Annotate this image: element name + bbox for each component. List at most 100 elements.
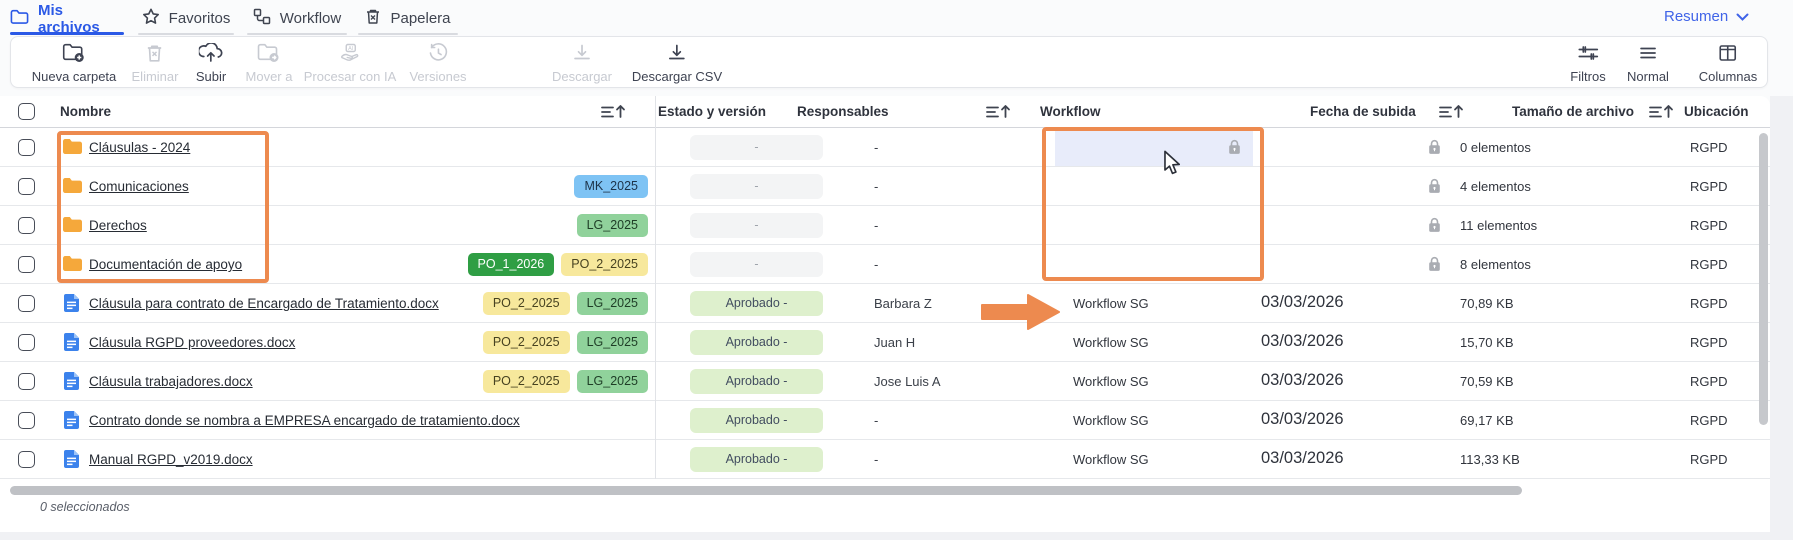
filters-button[interactable]: Filtros (1570, 43, 1605, 84)
column-header-nombre: Nombre (60, 104, 111, 119)
row-checkbox[interactable] (18, 412, 35, 429)
view-mode-button[interactable]: Normal (1627, 43, 1669, 84)
sort-icon-tamano[interactable] (1648, 103, 1674, 125)
folder-icon (62, 255, 84, 275)
file-icon (64, 333, 86, 353)
status-pill[interactable]: Aprobado - (690, 408, 823, 433)
download-button[interactable]: Descargar (552, 43, 612, 84)
table-row[interactable]: Documentación de apoyo PO_1_2026PO_2_202… (0, 245, 1770, 284)
status-pill[interactable]: - (690, 135, 823, 160)
status-pill[interactable]: - (690, 252, 823, 277)
date-cell: 03/03/2026 (1261, 449, 1344, 468)
move-to-button[interactable]: Mover a (246, 43, 293, 84)
table-row[interactable]: Cláusula RGPD proveedores.docx PO_2_2025… (0, 323, 1770, 362)
new-folder-button[interactable]: Nueva carpeta (32, 43, 117, 84)
row-checkbox[interactable] (18, 256, 35, 273)
row-checkbox[interactable] (18, 373, 35, 390)
tab-underline (10, 32, 124, 35)
date-lock-icon (1428, 178, 1441, 199)
size-cell: 11 elementos (1460, 218, 1537, 233)
location-cell: RGPD (1690, 257, 1728, 272)
toolbar-label: Filtros (1570, 69, 1605, 84)
tags: PO_1_2026PO_2_2025 (300, 253, 648, 276)
vertical-scrollbar-thumb[interactable] (1759, 133, 1768, 425)
row-checkbox[interactable] (18, 334, 35, 351)
workflow-hover-cell[interactable] (1055, 128, 1253, 166)
item-name-link[interactable]: Cláusula RGPD proveedores.docx (89, 335, 295, 350)
size-cell: 70,89 KB (1460, 296, 1514, 311)
workflow-cell: Workflow SG (1073, 296, 1149, 311)
tag-chip: LG_2025 (577, 292, 648, 315)
responsible-cell: Barbara Z (874, 296, 932, 311)
tab-workflow[interactable]: Workflow (247, 4, 347, 33)
svg-text:AI: AI (348, 46, 354, 52)
file-icon (64, 450, 86, 470)
tag-chip: LG_2025 (577, 331, 648, 354)
process-ai-button[interactable]: AI Procesar con IA (304, 43, 397, 84)
new-folder-icon (62, 43, 86, 66)
status-pill[interactable]: Aprobado - (690, 369, 823, 394)
size-cell: 8 elementos (1460, 257, 1531, 272)
row-checkbox[interactable] (18, 178, 35, 195)
tab-favoritos[interactable]: Favoritos (138, 4, 234, 33)
item-name-link[interactable]: Documentación de apoyo (89, 257, 242, 272)
item-name-link[interactable]: Comunicaciones (89, 179, 189, 194)
tab-papelera[interactable]: Papelera (358, 4, 458, 33)
tag-chip: PO_1_2026 (468, 253, 555, 276)
table-row[interactable]: Manual RGPD_v2019.docx Aprobado - - Work… (0, 440, 1770, 479)
table-row[interactable]: Contrato donde se nombra a EMPRESA encar… (0, 401, 1770, 440)
tag-chip: MK_2025 (574, 175, 648, 198)
ai-hand-icon: AI (338, 43, 362, 66)
sort-icon-responsables[interactable] (985, 103, 1011, 125)
row-checkbox[interactable] (18, 451, 35, 468)
workflow-icon (253, 8, 271, 29)
chevron-down-icon (1736, 8, 1749, 25)
trash-icon (365, 8, 381, 29)
table-row[interactable]: Cláusulas - 2024 - - 0 elementos RGPD (0, 128, 1770, 167)
responsible-cell: - (874, 140, 878, 155)
table-row[interactable]: Derechos LG_2025 - - 11 elementos RGPD (0, 206, 1770, 245)
status-pill[interactable]: Aprobado - (690, 291, 823, 316)
responsible-cell: - (874, 179, 878, 194)
status-pill[interactable]: Aprobado - (690, 447, 823, 472)
item-name-link[interactable]: Contrato donde se nombra a EMPRESA encar… (89, 413, 520, 428)
download-icon (572, 43, 592, 66)
row-checkbox[interactable] (18, 217, 35, 234)
sort-icon-nombre[interactable] (600, 103, 626, 125)
download-csv-button[interactable]: Descargar CSV (632, 43, 722, 84)
item-name-link[interactable]: Manual RGPD_v2019.docx (89, 452, 253, 467)
item-name-link[interactable]: Cláusula trabajadores.docx (89, 374, 253, 389)
horizontal-scrollbar-thumb[interactable] (10, 486, 1522, 495)
column-header-ubicacion: Ubicación (1684, 104, 1749, 119)
toolbar-label: Normal (1627, 69, 1669, 84)
status-pill[interactable]: Aprobado - (690, 330, 823, 355)
folder-icon (62, 177, 84, 197)
item-name-link[interactable]: Cláusulas - 2024 (89, 140, 190, 155)
tab-mis-archivos[interactable]: Mis archivos (10, 4, 124, 33)
summary-toggle[interactable]: Resumen (1664, 8, 1749, 25)
table-row[interactable]: Cláusula trabajadores.docx PO_2_2025LG_2… (0, 362, 1770, 401)
status-pill[interactable]: - (690, 174, 823, 199)
row-checkbox[interactable] (18, 295, 35, 312)
table-row[interactable]: Comunicaciones MK_2025 - - 4 elementos R… (0, 167, 1770, 206)
tab-label: Workflow (280, 10, 341, 27)
sliders-icon (1577, 43, 1599, 66)
item-name-link[interactable]: Derechos (89, 218, 147, 233)
delete-button[interactable]: Eliminar (132, 43, 179, 84)
columns-button[interactable]: Columnas (1699, 43, 1758, 84)
row-checkbox[interactable] (18, 139, 35, 156)
select-all-checkbox[interactable] (18, 103, 35, 120)
versions-button[interactable]: Versiones (409, 43, 466, 84)
table-row[interactable]: Cláusula para contrato de Encargado de T… (0, 284, 1770, 323)
date-cell: 03/03/2026 (1261, 293, 1344, 312)
tag-chip: LG_2025 (577, 370, 648, 393)
workflow-cell: Workflow SG (1073, 452, 1149, 467)
tags: LG_2025 (300, 214, 648, 237)
location-cell: RGPD (1690, 374, 1728, 389)
responsible-cell: - (874, 218, 878, 233)
sort-icon-fecha[interactable] (1438, 103, 1464, 125)
upload-cloud-icon (199, 43, 223, 66)
status-pill[interactable]: - (690, 213, 823, 238)
upload-button[interactable]: Subir (196, 43, 226, 84)
toolbar-label: Columnas (1699, 69, 1758, 84)
